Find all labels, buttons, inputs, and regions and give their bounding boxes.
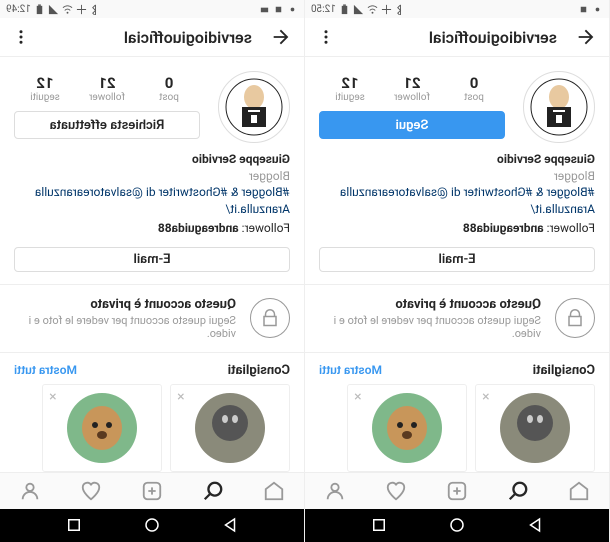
lock-icon [250,298,290,338]
email-button[interactable]: E-mail [14,247,290,272]
android-home-icon[interactable] [448,516,466,534]
home-icon[interactable] [263,480,285,502]
add-post-icon[interactable] [141,480,163,502]
profile-icon[interactable] [19,480,41,502]
suggested-card[interactable]: × [475,384,595,472]
status-bar: 12:50 [305,0,609,18]
header: servidiogiuofficial [0,18,304,56]
header: servidiogiuofficial [305,18,609,56]
battery-icon [34,4,45,15]
bluetooth-icon [90,4,101,15]
signal-icon [353,4,364,15]
stat-posts[interactable]: 0 post [443,74,505,103]
notification-icon [273,4,284,15]
heart-icon[interactable] [385,480,407,502]
android-nav-bar [305,509,609,542]
wifi-icon [62,4,73,15]
bio-follower: Follower: andreaguida88 [14,220,290,237]
search-icon[interactable] [202,480,224,502]
profile-row: 0 post 21 follower 12 seguiti Richiesta … [0,57,304,151]
clock: 12:50 [311,4,336,15]
username: servidiogiuofficial [30,28,252,47]
bio: Giuseppe Servidio Blogger #Blogger & #Gh… [305,151,609,247]
close-icon[interactable]: × [177,389,184,405]
clock: 12:49 [6,4,31,15]
suggested-show-all[interactable]: Mostra tutti [319,363,382,377]
stat-followers[interactable]: 21 follower [76,74,138,103]
suggested-card[interactable]: × [347,384,467,472]
bottom-nav [0,472,304,509]
android-back-icon[interactable] [526,516,544,534]
avatar[interactable] [523,71,595,143]
menu-dots-icon[interactable] [12,28,30,46]
android-recent-icon[interactable] [370,516,388,534]
profile-row: 0 post 21 follower 12 seguiti Segui [305,57,609,151]
suggested-show-all[interactable]: Mostra tutti [14,363,77,377]
profile-icon[interactable] [324,480,346,502]
suggested-title: Consigliati [533,363,595,378]
private-title: Questo account è privato [14,297,236,312]
notification-icon [578,4,589,15]
private-sub: Segui questo account per vedere le foto … [319,314,541,340]
close-icon[interactable]: × [49,389,56,405]
lock-icon [555,298,595,338]
home-icon[interactable] [568,480,590,502]
bio-name: Giuseppe Servidio [14,151,290,168]
menu-dots-icon[interactable] [317,28,335,46]
notification-icon [259,4,270,15]
bio-name: Giuseppe Servidio [319,151,595,168]
signal-icon [48,4,59,15]
bio-role: Blogger [14,168,290,185]
suggested-header: Consigliati Mostra tutti [0,353,304,384]
stat-following[interactable]: 12 seguiti [319,74,381,103]
private-banner: Questo account è privato Segui questo ac… [305,284,609,353]
bio-link[interactable]: Aranzulla.it/ [14,201,290,218]
wifi-icon [367,4,378,15]
suggested-row: × × [305,384,609,472]
phone-left: 12:50 servidiogiuofficial 0 post 21 [305,0,610,542]
private-title: Questo account è privato [319,297,541,312]
email-button[interactable]: E-mail [319,247,595,272]
close-icon[interactable]: × [482,389,489,405]
notification-icon [287,4,298,15]
suggested-card[interactable]: × [170,384,290,472]
android-recent-icon[interactable] [65,516,83,534]
private-banner: Questo account è privato Segui questo ac… [0,284,304,353]
airplane-icon [76,4,87,15]
android-back-icon[interactable] [221,516,239,534]
bio-desc: #Blogger & #Ghostwriter di @salvatoreara… [319,184,595,201]
android-nav-bar [0,509,304,542]
heart-icon[interactable] [80,480,102,502]
bio-follower: Follower: andreaguida88 [319,220,595,237]
battery-icon [339,4,350,15]
follow-button[interactable]: Segui [319,111,505,139]
airplane-icon [381,4,392,15]
suggested-card[interactable]: × [42,384,162,472]
private-sub: Segui questo account per vedere le foto … [14,314,236,340]
bio: Giuseppe Servidio Blogger #Blogger & #Gh… [0,151,304,247]
close-icon[interactable]: × [354,389,361,405]
bio-desc: #Blogger & #Ghostwriter di @salvatoreara… [14,184,290,201]
suggested-header: Consigliati Mostra tutti [305,353,609,384]
add-post-icon[interactable] [446,480,468,502]
notification-icon [592,4,603,15]
username: servidiogiuofficial [335,28,557,47]
bio-link[interactable]: Aranzulla.it/ [319,201,595,218]
bluetooth-icon [395,4,406,15]
bio-role: Blogger [319,168,595,185]
stat-followers[interactable]: 21 follower [381,74,443,103]
search-icon[interactable] [507,480,529,502]
suggested-title: Consigliati [228,363,290,378]
status-bar: 12:49 [0,0,304,18]
follow-button[interactable]: Richiesta effettuata [14,111,200,139]
android-home-icon[interactable] [143,516,161,534]
avatar[interactable] [218,71,290,143]
stat-following[interactable]: 12 seguiti [14,74,76,103]
stat-posts[interactable]: 0 post [138,74,200,103]
suggested-row: × × [0,384,304,472]
back-arrow-icon[interactable] [575,26,597,48]
back-arrow-icon[interactable] [270,26,292,48]
phone-right: 12:49 servidiogiuofficial 0 post 21 [0,0,305,542]
bottom-nav [305,472,609,509]
